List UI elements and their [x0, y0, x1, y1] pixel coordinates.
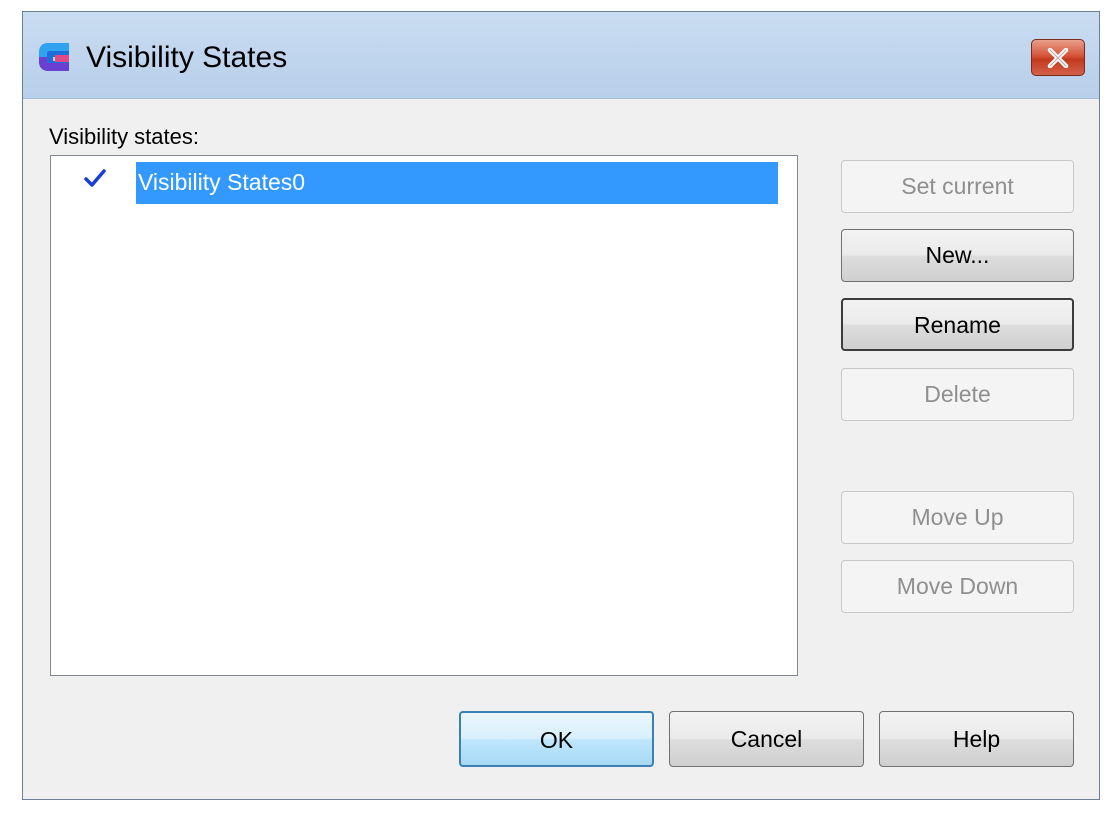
list-item-label[interactable]: Visibility States0 [136, 162, 778, 204]
visibility-states-dialog: Visibility States Visibility states: Vis… [22, 11, 1100, 800]
checkmark-icon [84, 168, 106, 190]
window-title: Visibility States [86, 41, 288, 74]
set-current-button[interactable]: Set current [841, 160, 1074, 213]
move-down-button[interactable]: Move Down [841, 560, 1074, 613]
visibility-states-list[interactable]: Visibility States0 [50, 155, 798, 676]
rename-button[interactable]: Rename [841, 298, 1074, 351]
close-icon [1047, 48, 1069, 68]
app-logo-icon [35, 37, 75, 77]
close-button[interactable] [1031, 39, 1085, 76]
delete-button[interactable]: Delete [841, 368, 1074, 421]
move-up-button[interactable]: Move Up [841, 491, 1074, 544]
title-bar[interactable]: Visibility States [23, 12, 1099, 99]
help-button[interactable]: Help [879, 711, 1074, 767]
visibility-states-label: Visibility states: [49, 124, 199, 149]
new-button[interactable]: New... [841, 229, 1074, 282]
list-item[interactable]: Visibility States0 [84, 162, 778, 204]
cancel-button[interactable]: Cancel [669, 711, 864, 767]
ok-button[interactable]: OK [459, 711, 654, 767]
